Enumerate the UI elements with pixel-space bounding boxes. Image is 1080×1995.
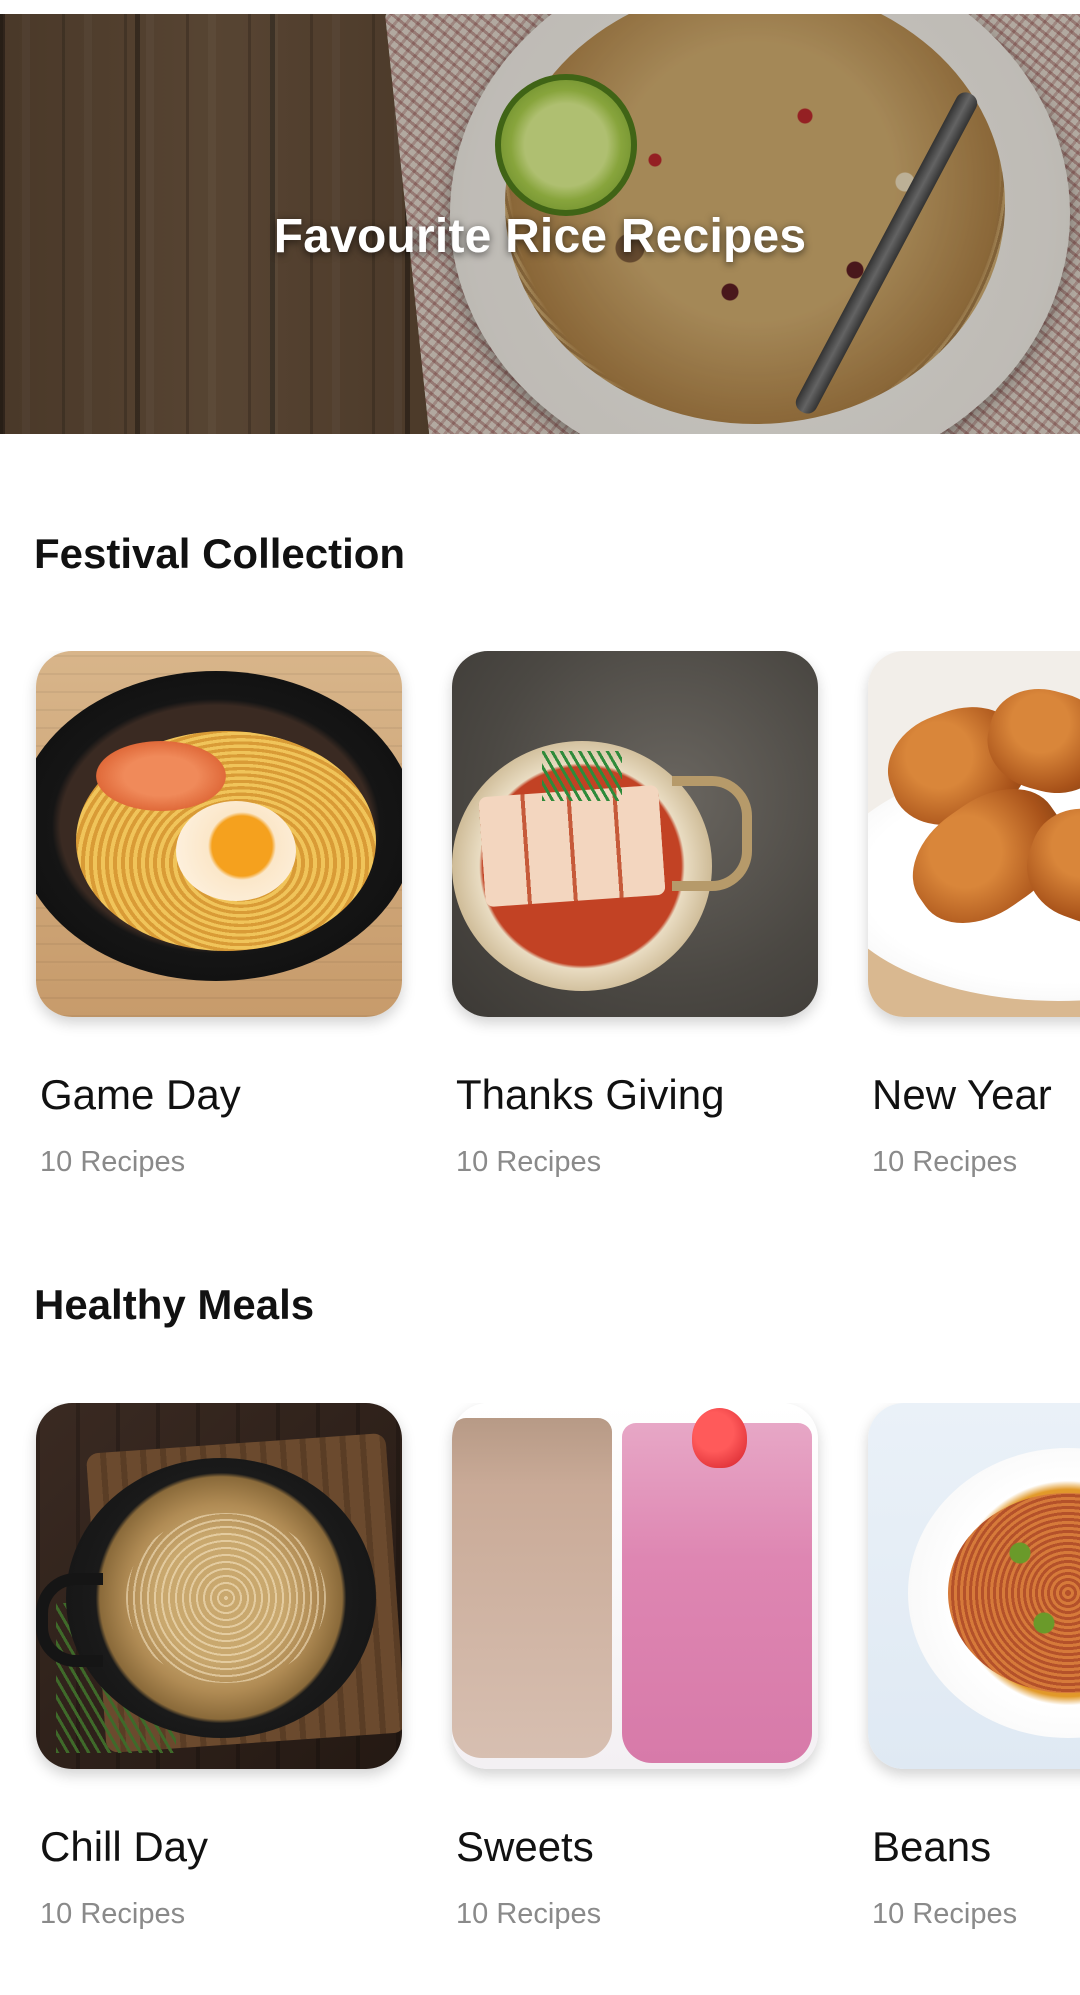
- beans-plate-image[interactable]: [868, 1403, 1080, 1769]
- card-title: Beans: [872, 1823, 992, 1870]
- hero-banner: Favourite Rice Recipes: [0, 14, 1080, 434]
- chicken-wings-image[interactable]: [868, 651, 1080, 1017]
- collection-card-beans[interactable]: Beans 10 Recipes: [868, 1403, 1080, 1930]
- festival-collection-carousel[interactable]: Game Day 10 Recipes Thanks Giving 10 Rec…: [0, 651, 1080, 1211]
- card-title: New Year: [872, 1071, 1052, 1118]
- smoothies-image[interactable]: [452, 1403, 818, 1769]
- card-recipe-count: 10 Recipes: [40, 1898, 186, 1930]
- card-title: Game Day: [40, 1071, 241, 1118]
- card-recipe-count: 10 Recipes: [872, 1898, 1018, 1930]
- card-title: Chill Day: [40, 1823, 209, 1870]
- collection-card-sweets[interactable]: Sweets 10 Recipes: [452, 1403, 818, 1930]
- card-title: Thanks Giving: [456, 1071, 725, 1118]
- collection-card-game-day[interactable]: Game Day 10 Recipes: [36, 651, 402, 1178]
- collection-card-chill-day[interactable]: Chill Day 10 Recipes: [36, 1403, 402, 1930]
- section-title-festival-collection: Festival Collection: [34, 530, 406, 577]
- collection-card-thanks-giving[interactable]: Thanks Giving 10 Recipes: [452, 651, 818, 1178]
- noodle-soup-image[interactable]: [36, 651, 402, 1017]
- card-recipe-count: 10 Recipes: [40, 1146, 186, 1178]
- card-recipe-count: 10 Recipes: [456, 1146, 602, 1178]
- card-title: Sweets: [456, 1823, 594, 1870]
- collection-card-new-year[interactable]: New Year 10 Recipes: [868, 651, 1080, 1178]
- healthy-meals-carousel[interactable]: Chill Day 10 Recipes Sweets 10 Recipes B…: [0, 1403, 1080, 1963]
- card-recipe-count: 10 Recipes: [456, 1898, 602, 1930]
- hero-title: Favourite Rice Recipes: [273, 210, 807, 263]
- tofu-stew-image[interactable]: [452, 651, 818, 1017]
- section-title-healthy-meals: Healthy Meals: [34, 1281, 315, 1328]
- card-recipe-count: 10 Recipes: [872, 1146, 1018, 1178]
- glass-noodles-image[interactable]: [36, 1403, 402, 1769]
